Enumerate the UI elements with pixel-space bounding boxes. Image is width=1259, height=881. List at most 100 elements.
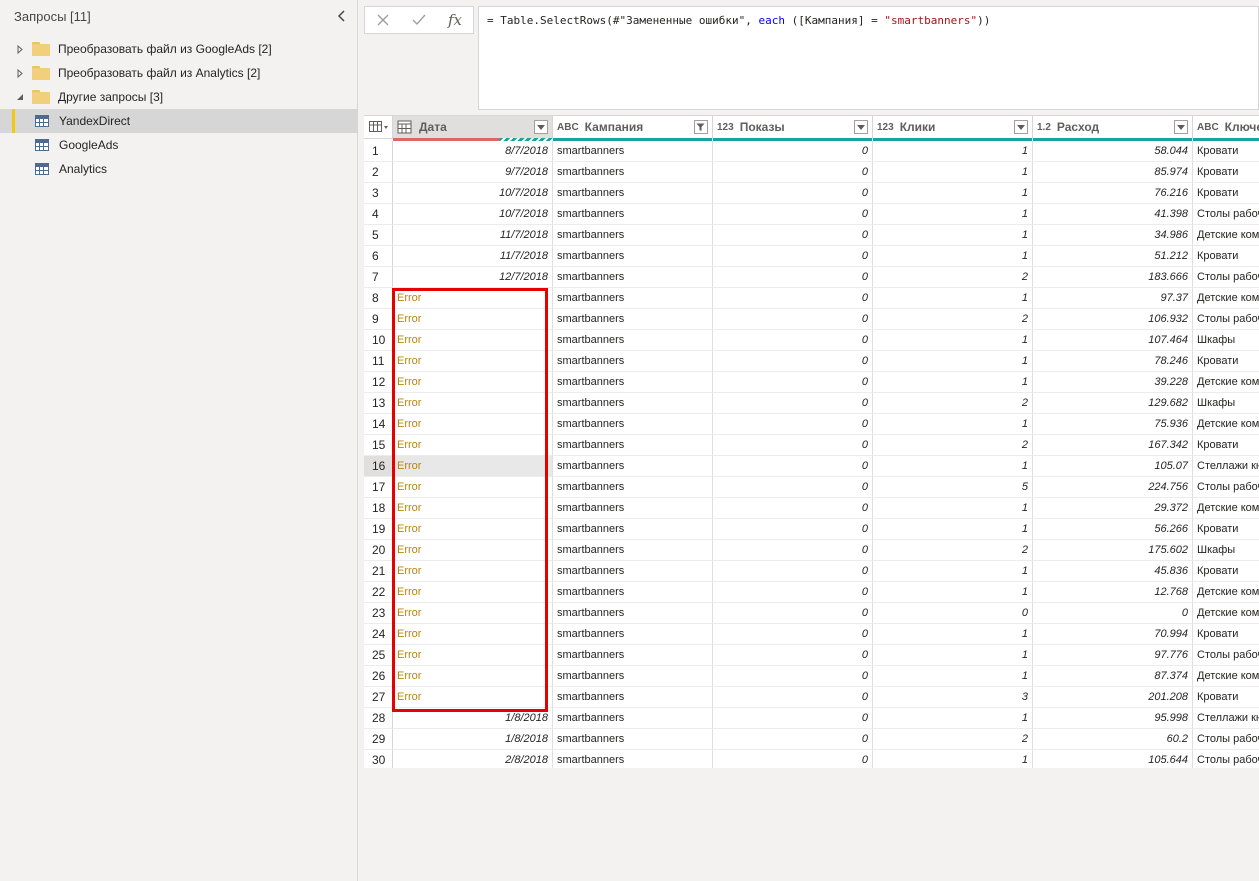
row-number[interactable]: 6 (364, 246, 393, 267)
date-type-icon[interactable] (397, 120, 413, 134)
table-cell[interactable]: 105.644 (1033, 750, 1193, 768)
table-cell[interactable]: smartbanners (553, 225, 713, 246)
table-cell[interactable]: Столы рабоч (1193, 309, 1259, 330)
table-cell[interactable]: 0 (713, 456, 873, 477)
table-cell[interactable]: 0 (873, 603, 1033, 624)
table-cell[interactable]: 76.216 (1033, 183, 1193, 204)
table-cell[interactable]: smartbanners (553, 267, 713, 288)
table-cell[interactable]: 1 (873, 330, 1033, 351)
table-cell[interactable]: 97.37 (1033, 288, 1193, 309)
table-cell[interactable]: smartbanners (553, 288, 713, 309)
table-cell[interactable]: 1 (873, 750, 1033, 768)
table-cell[interactable]: 0 (713, 330, 873, 351)
table-cell[interactable]: 10/7/2018 (393, 204, 553, 225)
column-dropdown-button[interactable] (1014, 120, 1028, 134)
table-cell[interactable]: 175.602 (1033, 540, 1193, 561)
table-cell[interactable]: 10/7/2018 (393, 183, 553, 204)
table-cell[interactable]: smartbanners (553, 435, 713, 456)
cancel-formula-button[interactable] (365, 7, 401, 33)
row-number[interactable]: 24 (364, 624, 393, 645)
text-type-icon[interactable]: ABC (557, 122, 579, 133)
table-cell[interactable]: 2 (873, 309, 1033, 330)
error-cell[interactable]: Error (393, 330, 553, 351)
table-cell[interactable]: 1 (873, 288, 1033, 309)
table-cell[interactable]: 70.994 (1033, 624, 1193, 645)
column-header[interactable]: 123 Клики (873, 116, 1033, 139)
confirm-formula-button[interactable] (401, 7, 437, 33)
table-cell[interactable]: Детские ком (1193, 372, 1259, 393)
table-cell[interactable]: 167.342 (1033, 435, 1193, 456)
column-header[interactable]: 123 Показы (713, 116, 873, 139)
table-cell[interactable]: smartbanners (553, 162, 713, 183)
table-cell[interactable]: 1 (873, 498, 1033, 519)
table-cell[interactable]: 75.936 (1033, 414, 1193, 435)
table-cell[interactable]: Детские ком (1193, 582, 1259, 603)
table-cell[interactable]: smartbanners (553, 540, 713, 561)
table-cell[interactable]: Детские ком (1193, 414, 1259, 435)
table-cell[interactable]: 1 (873, 351, 1033, 372)
table-cell[interactable]: 8/7/2018 (393, 141, 553, 162)
table-cell[interactable]: 0 (713, 750, 873, 768)
table-cell[interactable]: 0 (713, 267, 873, 288)
table-cell[interactable]: 41.398 (1033, 204, 1193, 225)
row-number[interactable]: 12 (364, 372, 393, 393)
table-cell[interactable]: 1/8/2018 (393, 729, 553, 750)
table-cell[interactable]: 51.212 (1033, 246, 1193, 267)
table-cell[interactable]: Шкафы (1193, 330, 1259, 351)
table-cell[interactable]: 0 (713, 162, 873, 183)
table-cell[interactable]: Кровати (1193, 435, 1259, 456)
error-cell[interactable]: Error (393, 477, 553, 498)
fx-button[interactable]: fx (437, 7, 473, 33)
row-number[interactable]: 17 (364, 477, 393, 498)
table-cell[interactable]: 12/7/2018 (393, 267, 553, 288)
row-number[interactable]: 22 (364, 582, 393, 603)
table-cell[interactable]: 1 (873, 162, 1033, 183)
table-cell[interactable]: Кровати (1193, 183, 1259, 204)
row-number[interactable]: 30 (364, 750, 393, 768)
table-cell[interactable]: 87.374 (1033, 666, 1193, 687)
table-cell[interactable]: smartbanners (553, 372, 713, 393)
column-header[interactable]: Дата (393, 116, 553, 139)
error-cell[interactable]: Error (393, 624, 553, 645)
row-number[interactable]: 20 (364, 540, 393, 561)
table-cell[interactable]: 0 (713, 414, 873, 435)
table-cell[interactable]: smartbanners (553, 666, 713, 687)
table-cell[interactable]: smartbanners (553, 456, 713, 477)
table-cell[interactable]: Стеллажи кн (1193, 456, 1259, 477)
query-group-analytics[interactable]: Преобразовать файл из Analytics [2] (0, 61, 357, 85)
table-cell[interactable]: 0 (713, 288, 873, 309)
collapse-pane-button[interactable] (333, 8, 349, 24)
row-number[interactable]: 28 (364, 708, 393, 729)
table-cell[interactable]: Кровати (1193, 162, 1259, 183)
table-cell[interactable]: 201.208 (1033, 687, 1193, 708)
table-cell[interactable]: smartbanners (553, 624, 713, 645)
table-cell[interactable]: Шкафы (1193, 393, 1259, 414)
table-cell[interactable]: 0 (713, 729, 873, 750)
table-cell[interactable]: Кровати (1193, 141, 1259, 162)
table-cell[interactable]: Кровати (1193, 519, 1259, 540)
row-number[interactable]: 29 (364, 729, 393, 750)
error-cell[interactable]: Error (393, 687, 553, 708)
table-cell[interactable]: 0 (713, 477, 873, 498)
table-cell[interactable]: Столы рабоч (1193, 204, 1259, 225)
row-number[interactable]: 8 (364, 288, 393, 309)
table-cell[interactable]: 1 (873, 456, 1033, 477)
table-cell[interactable]: 85.974 (1033, 162, 1193, 183)
table-cell[interactable]: 0 (713, 498, 873, 519)
table-cell[interactable]: 29.372 (1033, 498, 1193, 519)
table-cell[interactable]: 224.756 (1033, 477, 1193, 498)
table-cell[interactable]: Детские ком (1193, 288, 1259, 309)
table-cell[interactable]: 183.666 (1033, 267, 1193, 288)
row-number[interactable]: 9 (364, 309, 393, 330)
table-cell[interactable]: Столы рабоч (1193, 267, 1259, 288)
table-cell[interactable]: 0 (713, 309, 873, 330)
table-cell[interactable]: 9/7/2018 (393, 162, 553, 183)
row-number[interactable]: 26 (364, 666, 393, 687)
table-cell[interactable]: 0 (713, 540, 873, 561)
table-cell[interactable]: 0 (713, 582, 873, 603)
query-group-other[interactable]: Другие запросы [3] (0, 85, 357, 109)
table-cell[interactable]: smartbanners (553, 204, 713, 225)
table-cell[interactable]: smartbanners (553, 309, 713, 330)
table-cell[interactable]: Стеллажи кн (1193, 708, 1259, 729)
table-cell[interactable]: Шкафы (1193, 540, 1259, 561)
